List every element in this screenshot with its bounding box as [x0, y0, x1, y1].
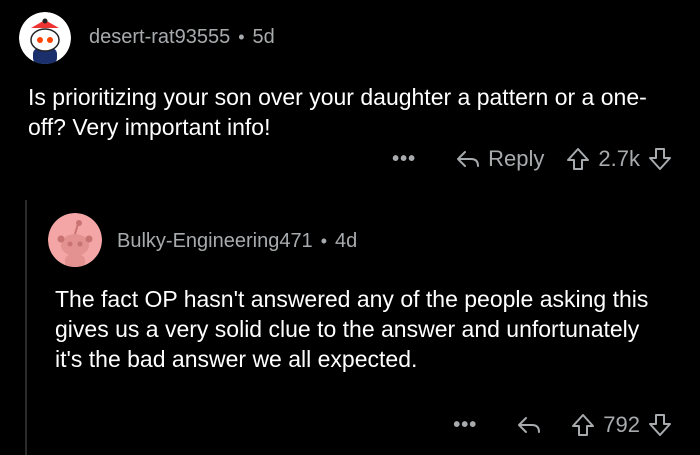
comment-reply: Bulky-Engineering471 • 4d The fact OP ha…: [0, 200, 700, 455]
comment-meta: desert-rat93555 • 5d: [89, 26, 275, 49]
vote-controls: 2.7k: [566, 146, 672, 172]
snoo-avatar-icon: [48, 213, 102, 267]
vote-controls: 792: [571, 412, 672, 438]
username[interactable]: desert-rat93555: [89, 26, 230, 49]
reply-button[interactable]: [517, 415, 549, 435]
downvote-icon[interactable]: [648, 413, 672, 437]
more-options-button[interactable]: •••: [453, 414, 477, 437]
vote-count: 792: [603, 412, 640, 437]
reply-arrow-icon: [518, 417, 541, 433]
separator-dot: •: [320, 231, 327, 251]
avatar[interactable]: [19, 12, 71, 64]
more-options-button[interactable]: •••: [392, 148, 416, 171]
comment-body: The fact OP hasn't answered any of the p…: [55, 286, 649, 372]
username[interactable]: Bulky-Engineering471: [117, 230, 313, 253]
snoo-avatar-icon: [19, 12, 71, 64]
upvote-icon[interactable]: [571, 413, 595, 437]
comment-actions: ••• Reply 2.7k: [392, 146, 672, 172]
comment-age: 5d: [252, 26, 275, 48]
comment-body: Is prioritizing your son over your daugh…: [28, 84, 647, 140]
comment: desert-rat93555 • 5d Is prioritizing you…: [0, 0, 700, 200]
separator-dot: •: [238, 27, 245, 47]
comment-age: 4d: [335, 230, 358, 252]
upvote-icon[interactable]: [566, 147, 590, 171]
vote-count: 2.7k: [598, 146, 640, 171]
reply-label: Reply: [488, 146, 545, 171]
avatar[interactable]: [48, 213, 102, 267]
reply-button[interactable]: Reply: [456, 146, 544, 172]
downvote-icon[interactable]: [648, 147, 672, 171]
comment-meta: Bulky-Engineering471 • 4d: [117, 230, 357, 253]
comment-actions: ••• 792: [453, 412, 672, 438]
reply-arrow-icon: [457, 151, 480, 167]
